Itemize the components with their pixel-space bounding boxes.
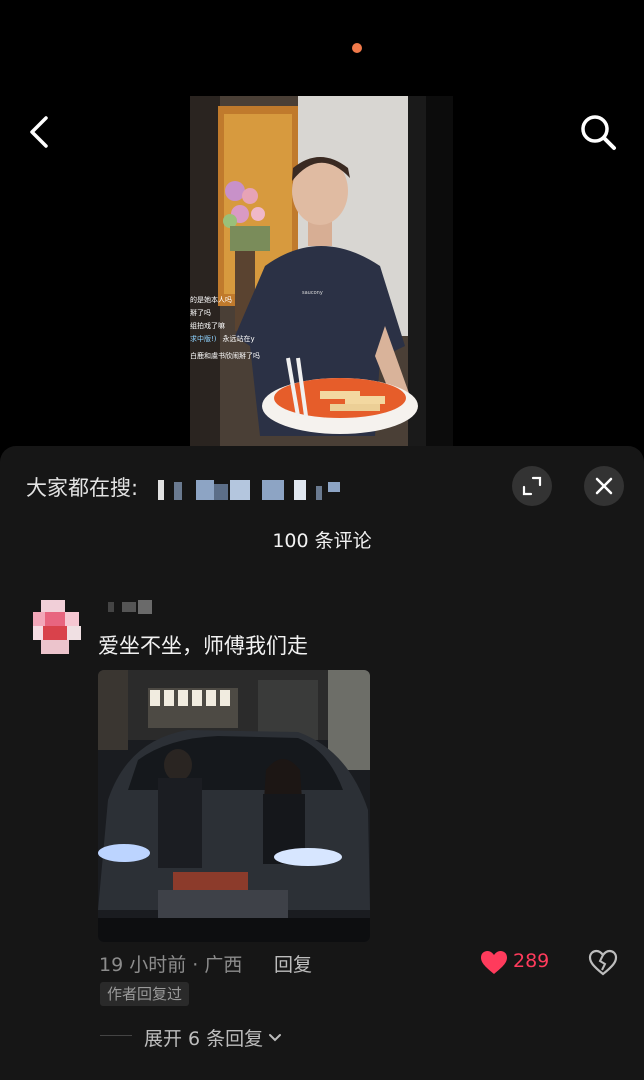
back-button[interactable] — [20, 110, 60, 154]
reply-button[interactable]: 回复 — [274, 950, 312, 977]
expand-button[interactable] — [512, 466, 552, 506]
heart-icon[interactable] — [480, 950, 508, 976]
username-censored[interactable] — [108, 600, 154, 614]
caption-line: 永远站在y — [222, 335, 255, 343]
expand-replies-button[interactable]: 展开 6 条回复 — [144, 1024, 283, 1051]
live-caption-list: 的是她本人吗 掰了吗 组拍戏了嘛 求中版!) 永远站在y 白鹿和虞书欣闹掰了吗 — [190, 294, 270, 363]
divider — [100, 1035, 132, 1036]
broken-heart-icon[interactable] — [588, 948, 618, 978]
caption-line: 掰了吗 — [190, 309, 211, 317]
caption-line: 组拍戏了嘛 — [190, 322, 225, 330]
caption-line: 的是她本人吗 — [190, 296, 232, 304]
search-icon — [581, 115, 616, 150]
chevron-down-icon — [269, 1033, 282, 1041]
avatar[interactable] — [33, 600, 81, 654]
expand-replies-label: 展开 6 条回复 — [144, 1028, 264, 1050]
censored-search-term — [158, 480, 340, 500]
video-frame-image — [190, 96, 453, 446]
close-button[interactable] — [584, 466, 624, 506]
car-photo — [98, 670, 370, 942]
comment-text: 爱坐不坐，师傅我们走 — [98, 634, 308, 658]
video-player[interactable]: 的是她本人吗 掰了吗 组拍戏了嘛 求中版!) 永远站在y 白鹿和虞书欣闹掰了吗 … — [190, 96, 453, 446]
like-count: 289 — [513, 950, 550, 972]
comment-count: 100 条评论 — [272, 530, 372, 552]
expand-icon — [522, 476, 542, 496]
caption-line: 白鹿和虞书欣闹掰了吗 — [190, 352, 260, 360]
page-indicator-dot — [352, 43, 362, 53]
comment-image[interactable] — [98, 670, 370, 942]
shirt-logo: saucony — [302, 290, 323, 296]
close-icon — [595, 477, 613, 495]
search-button[interactable] — [576, 110, 620, 154]
trending-search-label[interactable]: 大家都在搜: — [26, 472, 138, 502]
chevron-left-icon — [30, 116, 48, 148]
author-replied-badge: 作者回复过 — [100, 982, 190, 1006]
comment-time-location: 19 小时前 · 广西 — [99, 954, 243, 976]
caption-line: 求中版!) — [190, 335, 217, 343]
